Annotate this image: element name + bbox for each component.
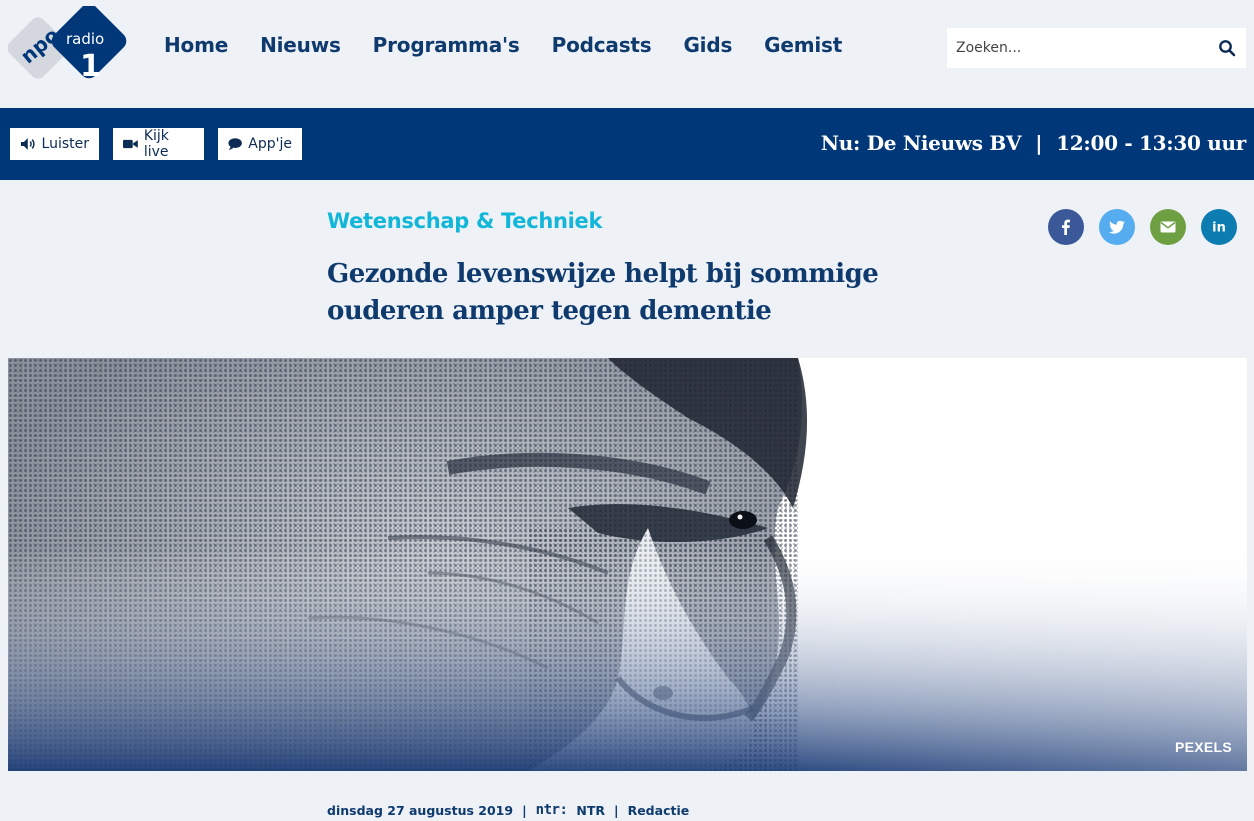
action-bar: Luister Kijk live App'je Nu: De Nieuws B… [0, 108, 1254, 180]
kijk-live-button[interactable]: Kijk live [113, 128, 204, 160]
share-email-button[interactable] [1150, 209, 1186, 245]
luister-label: Luister [41, 136, 89, 152]
meta-separator: | [614, 802, 619, 818]
email-icon [1160, 221, 1176, 233]
elderly-face-halftone-image [8, 358, 1247, 771]
headline-line-2: ouderen amper tegen dementie [327, 296, 772, 326]
appje-button[interactable]: App'je [218, 128, 302, 160]
linkedin-icon: in [1212, 221, 1226, 236]
image-credit: PEXELS [1174, 739, 1232, 755]
article-broadcaster[interactable]: NTR [576, 803, 605, 818]
npo-radio-1-logo[interactable]: npo radio 1 [8, 6, 132, 92]
meta-separator: | [522, 802, 527, 818]
video-camera-icon [123, 139, 138, 149]
ntr-logo-icon: ntr: [535, 802, 568, 818]
twitter-icon [1109, 220, 1125, 234]
nav-item-home[interactable]: Home [164, 33, 228, 57]
main-nav: Home Nieuws Programma's Podcasts Gids Ge… [164, 33, 874, 57]
share-facebook-button[interactable] [1048, 209, 1084, 245]
article-headline: Gezonde levenswijze helpt bij sommige ou… [327, 256, 927, 330]
article-hero-image: PEXELS [8, 358, 1247, 771]
share-linkedin-button[interactable]: in [1201, 209, 1237, 245]
nav-item-gemist[interactable]: Gemist [764, 33, 842, 57]
headline-line-1: Gezonde levenswijze helpt bij sommige [327, 259, 879, 289]
article-author: Redactie [627, 802, 690, 818]
site-header: npo radio 1 Home Nieuws Programma's Podc… [0, 0, 1254, 108]
nav-item-nieuws[interactable]: Nieuws [260, 33, 341, 57]
kijk-live-label: Kijk live [143, 128, 169, 160]
nav-item-gids[interactable]: Gids [683, 33, 732, 57]
logo-radio-text: radio [66, 30, 104, 48]
now-playing-separator: | [1035, 131, 1043, 155]
nav-item-programmas[interactable]: Programma's [373, 33, 520, 57]
article-date: dinsdag 27 augustus 2019 [327, 802, 514, 818]
logo-number: 1 [80, 49, 101, 84]
nav-item-podcasts[interactable]: Podcasts [552, 33, 652, 57]
share-twitter-button[interactable] [1099, 209, 1135, 245]
search-icon[interactable] [1218, 39, 1236, 57]
search-input[interactable] [947, 28, 1197, 68]
appje-label: App'je [248, 136, 292, 152]
article-category[interactable]: Wetenschap & Techniek [327, 209, 602, 233]
article-meta: dinsdag 27 augustus 2019 | ntr: NTR | Re… [327, 802, 689, 818]
now-playing-time: 12:00 - 13:30 uur [1056, 131, 1246, 155]
svg-text:in: in [1212, 221, 1226, 236]
now-playing[interactable]: Nu: De Nieuws BV | 12:00 - 13:30 uur [820, 131, 1247, 155]
chat-bubble-icon [228, 138, 242, 151]
search-box [947, 28, 1246, 68]
now-playing-show: Nu: De Nieuws BV [820, 131, 1022, 155]
luister-button[interactable]: Luister [10, 128, 99, 160]
facebook-icon [1062, 219, 1070, 235]
speaker-icon [20, 138, 35, 150]
